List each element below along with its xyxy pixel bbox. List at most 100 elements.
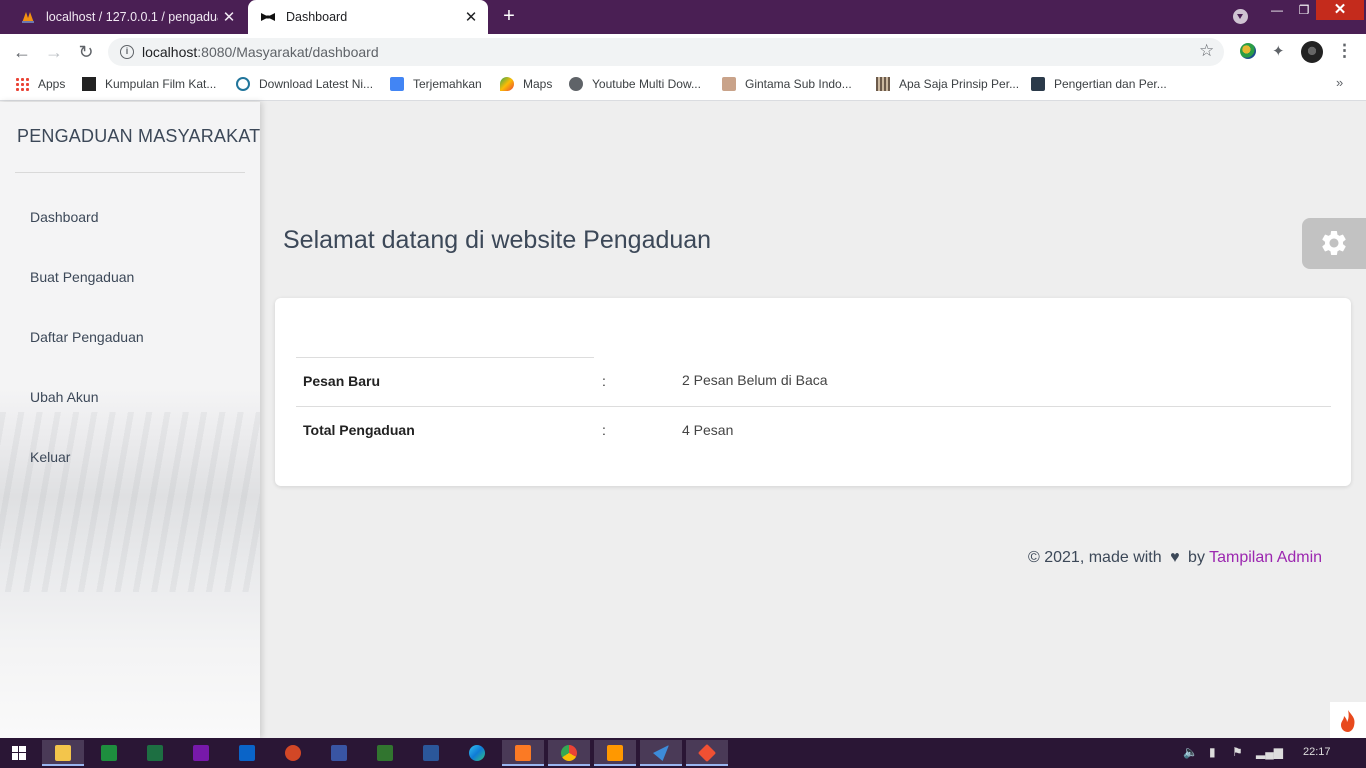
url-path: :8080/Masyarakat/dashboard: [197, 44, 379, 60]
forward-icon[interactable]: →: [42, 40, 66, 64]
close-tab-icon[interactable]: ✕: [218, 8, 240, 26]
bookmark-label: Apa Saja Prinsip Per...: [899, 77, 1020, 91]
back-icon[interactable]: ←: [10, 40, 34, 64]
taskbar-app[interactable]: [640, 740, 682, 766]
taskbar-file-explorer[interactable]: [42, 740, 84, 766]
row-label-pesan-baru: Pesan Baru: [303, 373, 381, 389]
globe-icon: [569, 77, 583, 91]
taskbar-excel[interactable]: [134, 740, 176, 766]
edge-icon: [469, 745, 485, 761]
git-icon: [697, 743, 717, 763]
menu-dots-icon[interactable]: ⋮: [1336, 41, 1353, 61]
settings-button[interactable]: [1302, 218, 1366, 269]
bookmark-label: Maps: [523, 77, 553, 91]
row-separator: :: [602, 422, 606, 438]
row-label-total-pengaduan: Total Pengaduan: [303, 422, 415, 438]
tab-title: Dashboard: [286, 10, 348, 24]
sidebar-item-buat-pengaduan[interactable]: Buat Pengaduan: [30, 269, 134, 285]
send-icon: [653, 745, 669, 761]
outlook-icon: [239, 745, 255, 761]
maps-pin-icon: [500, 77, 514, 91]
bookmark-label: Gintama Sub Indo...: [745, 77, 852, 91]
sidebar-brand[interactable]: PENGADUAN MASYARAKAT: [17, 126, 260, 147]
new-tab-button[interactable]: +: [498, 5, 520, 27]
minimize-icon[interactable]: —: [1264, 0, 1290, 20]
network-icon[interactable]: ▂▄▆: [1256, 745, 1283, 759]
battery-icon[interactable]: ▮: [1209, 745, 1216, 759]
url-text[interactable]: localhost:8080/Masyarakat/dashboard: [142, 44, 379, 60]
taskbar-edge[interactable]: [456, 740, 498, 766]
footer-by: by: [1188, 549, 1205, 566]
site-info-icon[interactable]: i: [120, 45, 134, 59]
sidebar-item-daftar-pengaduan[interactable]: Daftar Pengaduan: [30, 329, 144, 345]
bookmark-item[interactable]: Terjemahkan: [390, 77, 482, 91]
phpmyadmin-icon: [20, 9, 36, 25]
tab-dashboard[interactable]: Dashboard ✕: [248, 0, 488, 34]
taskbar-visio[interactable]: [318, 740, 360, 766]
bookmark-star-icon[interactable]: ☆: [1199, 41, 1214, 61]
heart-icon: ♥: [1170, 549, 1180, 566]
puzzle-extensions-icon[interactable]: ✦: [1272, 42, 1288, 60]
sublime-icon: [607, 745, 623, 761]
globe-extension-icon[interactable]: [1240, 43, 1256, 59]
flame-extension-icon[interactable]: [1330, 702, 1366, 738]
google-translate-icon: [390, 77, 404, 91]
row-separator: :: [602, 373, 606, 389]
volume-icon[interactable]: 🔈: [1183, 745, 1198, 759]
xampp-icon: [515, 745, 531, 761]
chrome-icon: [561, 745, 577, 761]
film-clapper-icon: [82, 77, 96, 91]
taskbar-xampp[interactable]: [502, 740, 544, 766]
close-tab-icon[interactable]: ✕: [460, 8, 482, 26]
bookmark-item[interactable]: Youtube Multi Dow...: [569, 77, 701, 91]
bookmark-label: Terjemahkan: [413, 77, 482, 91]
table-header-line: [296, 357, 594, 358]
tab-phpmyadmin[interactable]: localhost / 127.0.0.1 / pengaduan ✕: [8, 0, 246, 34]
taskbar-app[interactable]: [88, 740, 130, 766]
summary-card: [275, 298, 1351, 486]
bow-tie-icon: [260, 9, 276, 25]
wordpress-icon: [236, 77, 250, 91]
taskbar-powerpoint[interactable]: [272, 740, 314, 766]
start-button[interactable]: [0, 740, 42, 766]
footer-link-tampilan-admin[interactable]: Tampilan Admin: [1209, 549, 1322, 566]
close-window-icon[interactable]: ✕: [1316, 0, 1364, 20]
taskbar-git[interactable]: [686, 740, 728, 766]
apps-grid-icon: [15, 77, 29, 91]
sidebar-item-keluar[interactable]: Keluar: [30, 449, 70, 465]
bookmark-item[interactable]: Apa Saja Prinsip Per...: [876, 77, 1019, 91]
bookmark-label: Pengertian dan Per...: [1054, 77, 1167, 91]
bookmark-label: Download Latest Ni...: [259, 77, 374, 91]
sidebar-item-ubah-akun[interactable]: Ubah Akun: [30, 389, 99, 405]
taskbar-clock[interactable]: 22:17: [1303, 746, 1331, 758]
taskbar-chrome[interactable]: [548, 740, 590, 766]
code-icon: [1031, 77, 1045, 91]
taskbar-project[interactable]: [364, 740, 406, 766]
store-icon: [101, 745, 117, 761]
taskbar-word[interactable]: [410, 740, 452, 766]
bookmark-item[interactable]: Gintama Sub Indo...: [722, 77, 852, 91]
bookmarks-overflow-icon[interactable]: »: [1336, 75, 1343, 90]
bookmark-item[interactable]: Pengertian dan Per...: [1031, 77, 1167, 91]
word-icon: [423, 745, 439, 761]
bookmark-item[interactable]: Download Latest Ni...: [236, 77, 373, 91]
tab-search-icon[interactable]: [1233, 9, 1248, 24]
row-value-pesan-baru: 2 Pesan Belum di Baca: [682, 372, 828, 388]
visio-icon: [331, 745, 347, 761]
taskbar-sublime[interactable]: [594, 740, 636, 766]
profile-avatar[interactable]: [1301, 41, 1323, 63]
bookmark-item[interactable]: Kumpulan Film Kat...: [82, 77, 216, 91]
table-row-divider: [296, 406, 1331, 407]
tab-title: localhost / 127.0.0.1 / pengaduan: [46, 10, 218, 24]
footer-copyright: © 2021, made with: [1028, 549, 1162, 566]
sidebar-item-dashboard[interactable]: Dashboard: [30, 209, 99, 225]
row-value-total-pengaduan: 4 Pesan: [682, 422, 734, 438]
flag-icon[interactable]: ⚑: [1232, 745, 1243, 759]
reload-icon[interactable]: ↻: [74, 40, 98, 64]
taskbar-onenote[interactable]: [180, 740, 222, 766]
bookmark-item[interactable]: Maps: [500, 77, 552, 91]
restore-icon[interactable]: ❐: [1291, 0, 1317, 20]
bookmark-apps[interactable]: Apps: [15, 77, 65, 91]
taskbar-outlook[interactable]: [226, 740, 268, 766]
gear-icon: [1322, 230, 1346, 255]
